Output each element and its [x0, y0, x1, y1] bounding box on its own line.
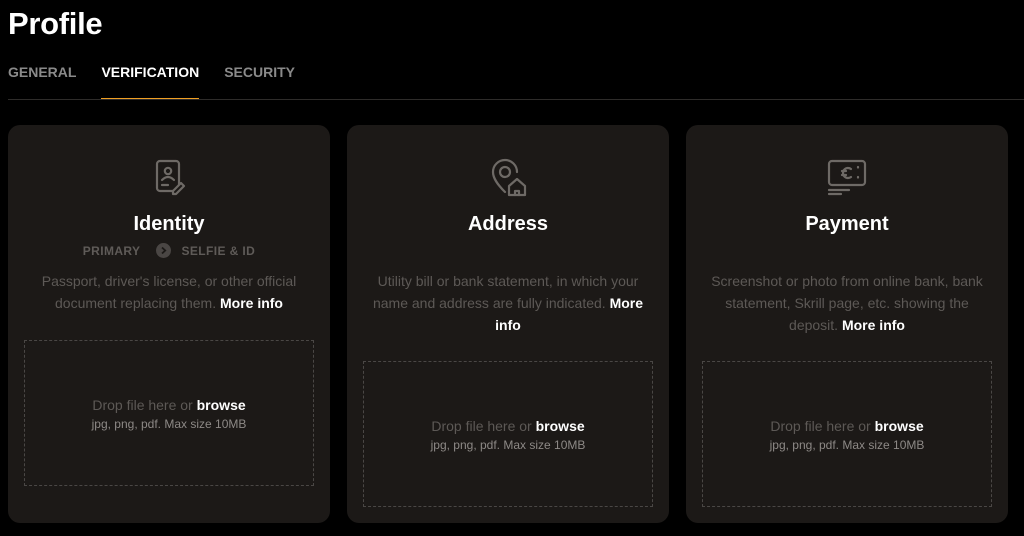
card-description: Utility bill or bank statement, in which…: [367, 270, 649, 336]
payment-card: Payment Screenshot or photo from online …: [686, 125, 1008, 523]
more-info-link[interactable]: More info: [842, 317, 905, 333]
location-home-icon: [486, 155, 530, 199]
payment-card-icon: [825, 155, 869, 199]
drop-label: Drop file here or: [770, 417, 871, 434]
drop-text: Drop file here or browse: [770, 417, 923, 435]
file-dropzone[interactable]: Drop file here or browse jpg, png, pdf. …: [702, 361, 992, 507]
browse-link[interactable]: browse: [875, 418, 924, 434]
file-constraints: jpg, png, pdf. Max size 10MB: [430, 437, 586, 452]
drop-text: Drop file here or browse: [431, 417, 584, 435]
file-dropzone[interactable]: Drop file here or browse jpg, png, pdf. …: [363, 361, 653, 507]
more-info-link[interactable]: More info: [220, 295, 283, 311]
drop-label: Drop file here or: [92, 396, 193, 413]
address-card: Address Utility bill or bank statement, …: [347, 125, 669, 523]
card-description: Passport, driver's license, or other off…: [28, 270, 310, 314]
description-text: Utility bill or bank statement, in which…: [372, 273, 639, 311]
step-primary: PRIMARY: [82, 243, 141, 258]
file-dropzone[interactable]: Drop file here or browse jpg, png, pdf. …: [24, 340, 314, 486]
card-title: Payment: [805, 213, 889, 235]
file-constraints: jpg, png, pdf. Max size 10MB: [769, 437, 925, 452]
browse-link[interactable]: browse: [197, 397, 246, 413]
browse-link[interactable]: browse: [536, 418, 585, 434]
page-title: Profile: [8, 6, 103, 41]
profile-tabs: GENERAL VERIFICATION SECURITY: [8, 64, 320, 100]
file-constraints: jpg, png, pdf. Max size 10MB: [91, 416, 247, 431]
tab-general[interactable]: GENERAL: [8, 64, 76, 100]
verification-steps: PRIMARY SELFIE & ID: [8, 243, 330, 258]
tab-security[interactable]: SECURITY: [224, 64, 295, 100]
identity-card: Identity PRIMARY SELFIE & ID Passport, d…: [8, 125, 330, 523]
card-description: Screenshot or photo from online bank, ba…: [706, 270, 988, 336]
chevron-right-icon: [156, 243, 172, 258]
id-badge-icon: [147, 155, 191, 199]
drop-text: Drop file here or browse: [92, 396, 245, 414]
card-title: Address: [467, 213, 549, 235]
drop-label: Drop file here or: [431, 417, 532, 434]
tab-verification[interactable]: VERIFICATION: [101, 64, 199, 100]
tabs-divider: [8, 99, 1024, 100]
step-selfie-id: SELFIE & ID: [181, 243, 256, 258]
card-title: Identity: [133, 213, 205, 235]
